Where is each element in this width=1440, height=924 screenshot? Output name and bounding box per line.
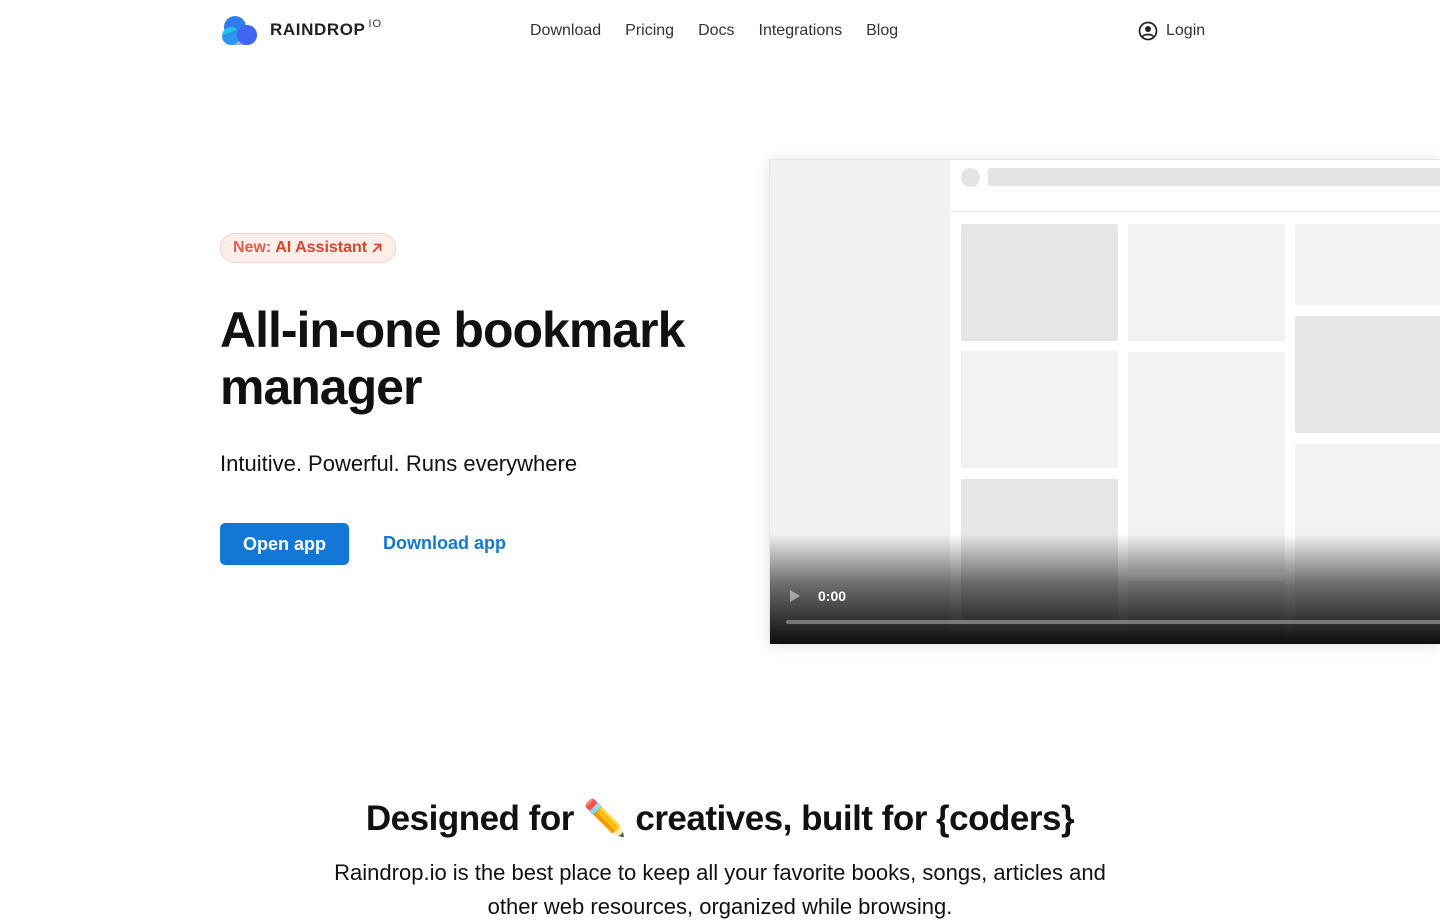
badge-label: AI Assistant [275, 239, 368, 256]
video-card [1295, 316, 1440, 433]
raindrop-logo[interactable]: RAINDROP IO [220, 14, 382, 46]
login-link[interactable]: Login [1138, 21, 1205, 41]
login-label: Login [1166, 22, 1206, 39]
open-app-button[interactable]: Open app [220, 523, 349, 565]
logo-wordmark: RAINDROP IO [270, 18, 383, 40]
raindrop-logo-icon [222, 16, 257, 45]
nav-docs[interactable]: Docs [698, 22, 734, 40]
nav-integrations[interactable]: Integrations [759, 22, 843, 40]
nav-blog[interactable]: Blog [866, 22, 898, 40]
section-title: Designed for ✏️ creatives, built for {co… [365, 799, 1075, 838]
hero-title: All-in-one bookmark manager [220, 302, 685, 415]
badge-new-label: New: [233, 239, 272, 256]
site-header: RAINDROP IO Download Pricing Docs Integr… [0, 0, 1440, 64]
nav-download[interactable]: Download [530, 22, 601, 40]
video-card [961, 224, 1118, 341]
user-circle-icon [1138, 21, 1158, 41]
video-controls-overlay [770, 534, 1440, 644]
logo-sup: IO [368, 18, 383, 30]
arrow-up-right-icon [372, 243, 382, 253]
main-nav: Download Pricing Docs Integrations Blog [530, 22, 898, 40]
video-card [1295, 224, 1440, 305]
demo-video[interactable]: 0:00 [769, 159, 1440, 644]
section-description: Raindrop.io is the best place to keep al… [334, 860, 1106, 919]
ai-assistant-badge[interactable]: New: AI Assistant [220, 233, 397, 263]
video-app-searchbar [988, 168, 1440, 186]
logo-text: RAINDROP [270, 20, 366, 39]
download-app-link[interactable]: Download app [383, 533, 506, 554]
video-card [961, 351, 1118, 468]
video-app-toolbar [950, 160, 1440, 212]
nav-pricing[interactable]: Pricing [625, 22, 674, 40]
video-card [1128, 224, 1285, 341]
hero-subtitle: Intuitive. Powerful. Runs everywhere [220, 451, 578, 476]
video-time: 0:00 [818, 588, 847, 604]
play-icon[interactable] [790, 590, 800, 602]
video-progress-bar[interactable] [786, 620, 1440, 624]
video-app-avatar [961, 168, 980, 187]
